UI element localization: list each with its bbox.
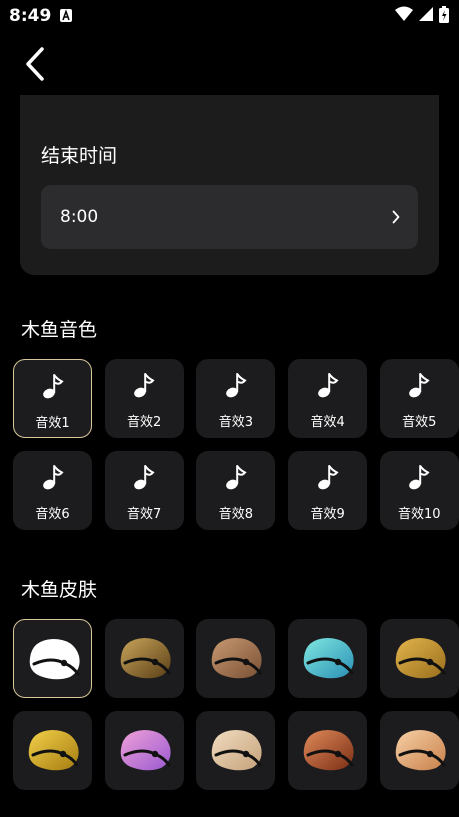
wooden-fish-icon: [117, 725, 173, 779]
sound-option-5[interactable]: 音效5: [379, 359, 459, 438]
skin-option-1[interactable]: [13, 619, 92, 698]
end-time-picker[interactable]: 8:00: [41, 185, 418, 249]
wooden-fish-icon: [300, 633, 356, 687]
skin-grid: [13, 619, 459, 791]
sound-option-label: 音效5: [402, 415, 437, 430]
skin-option-7[interactable]: [104, 711, 184, 790]
music-note-icon: [105, 464, 184, 490]
sound-option-2[interactable]: 音效2: [104, 359, 184, 438]
sound-section-title: 木鱼音色: [21, 319, 98, 341]
back-button[interactable]: [20, 47, 50, 85]
wooden-fish-icon: [300, 725, 356, 779]
skin-option-5[interactable]: [379, 619, 459, 698]
status-bar: 8:49: [0, 0, 459, 32]
sound-option-9[interactable]: 音效9: [288, 451, 368, 530]
music-note-icon: [105, 372, 184, 398]
wooden-fish-icon: [208, 633, 264, 687]
skin-option-2[interactable]: [104, 619, 184, 698]
music-note-icon: [380, 464, 459, 490]
sound-option-8[interactable]: 音效8: [196, 451, 276, 530]
skin-option-6[interactable]: [13, 711, 92, 790]
music-note-icon: [288, 372, 367, 398]
sound-option-label: 音效1: [35, 416, 70, 431]
wooden-fish-icon: [392, 633, 448, 687]
wooden-fish-icon: [26, 634, 82, 688]
chevron-left-icon: [24, 47, 46, 85]
chevron-right-icon: [392, 209, 400, 228]
sound-option-label: 音效7: [127, 507, 162, 522]
music-note-icon: [14, 373, 91, 399]
end-time-value: 8:00: [60, 207, 99, 227]
wooden-fish-icon: [208, 725, 264, 779]
battery-icon: [439, 5, 449, 27]
sound-option-1[interactable]: 音效1: [13, 359, 92, 438]
skin-option-9[interactable]: [288, 711, 368, 790]
sound-option-4[interactable]: 音效4: [288, 359, 368, 438]
end-time-card: 结束时间 8:00: [20, 95, 439, 275]
wifi-icon: [395, 6, 413, 26]
music-note-icon: [288, 464, 367, 490]
sound-option-label: 音效6: [35, 507, 70, 522]
sound-option-3[interactable]: 音效3: [196, 359, 276, 438]
signal-icon: [419, 6, 433, 26]
skin-option-4[interactable]: [288, 619, 368, 698]
music-note-icon: [196, 372, 275, 398]
end-time-label: 结束时间: [41, 145, 118, 167]
music-note-icon: [13, 464, 92, 490]
wooden-fish-icon: [117, 633, 173, 687]
skin-section-title: 木鱼皮肤: [21, 579, 98, 601]
sound-option-label: 音效4: [310, 415, 345, 430]
sound-option-label: 音效3: [218, 415, 254, 430]
music-note-icon: [380, 372, 459, 398]
sound-option-6[interactable]: 音效6: [13, 451, 92, 530]
sound-option-7[interactable]: 音效7: [104, 451, 184, 530]
wooden-fish-icon: [25, 725, 81, 779]
sound-option-label: 音效10: [398, 507, 441, 522]
music-note-icon: [196, 464, 275, 490]
sound-option-label: 音效9: [310, 507, 345, 522]
wooden-fish-icon: [392, 725, 448, 779]
skin-option-10[interactable]: [379, 711, 459, 790]
a-icon: [60, 9, 72, 22]
sound-option-label: 音效8: [218, 507, 254, 522]
skin-option-8[interactable]: [196, 711, 276, 790]
skin-option-3[interactable]: [196, 619, 276, 698]
status-time: 8:49: [9, 6, 52, 26]
sound-option-10[interactable]: 音效10: [379, 451, 459, 530]
sound-grid: 音效1 音效2 音效3 音效4 音效5 音效6 音效7 音效8 音效9 音效10: [13, 359, 459, 531]
sound-option-label: 音效2: [127, 415, 162, 430]
